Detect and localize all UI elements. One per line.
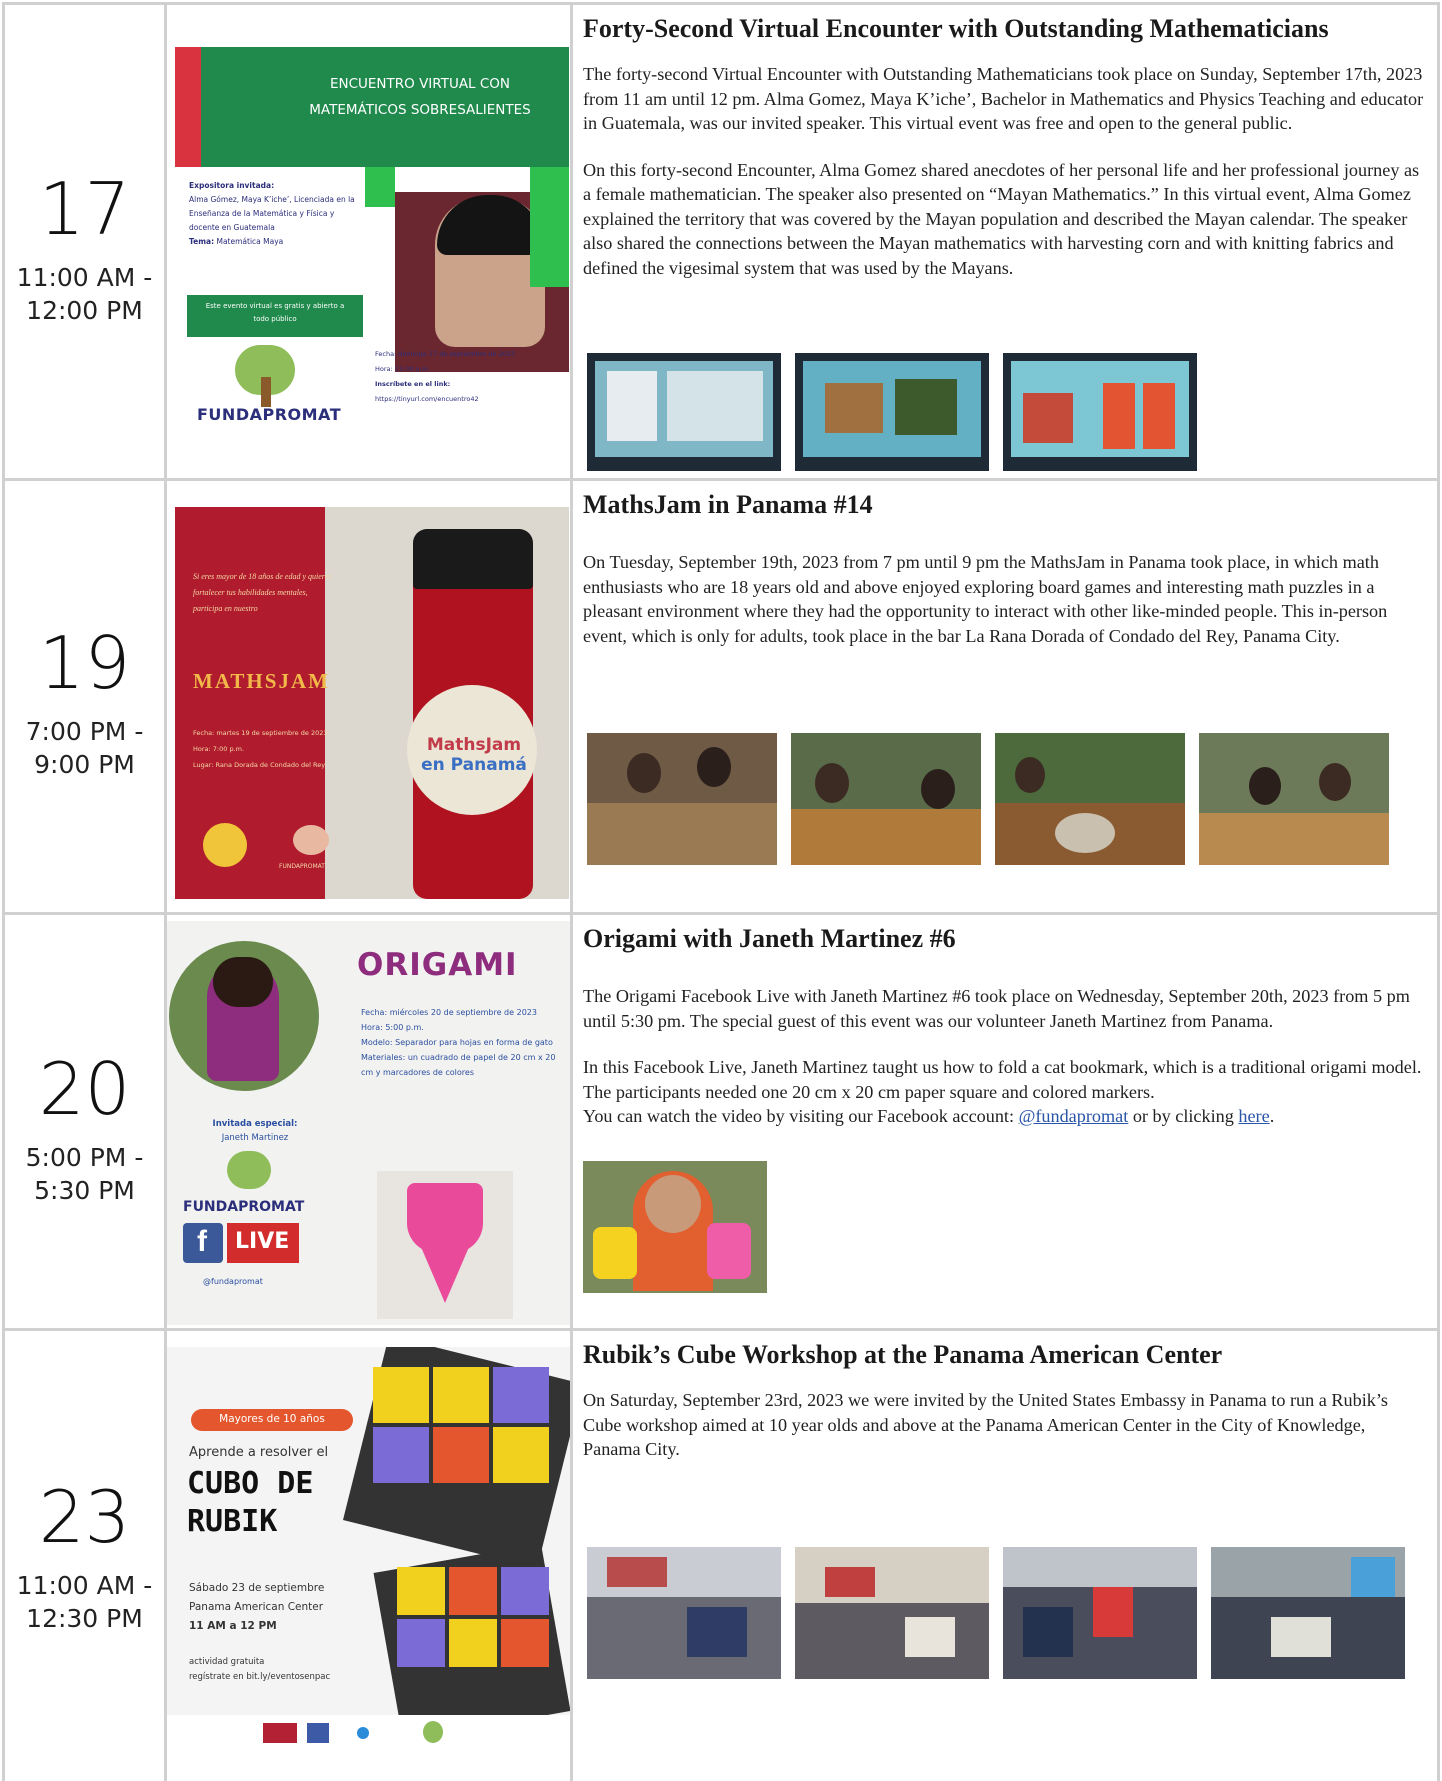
event-date-cell: 20 5:00 PM - 5:30 PM bbox=[5, 915, 167, 1328]
event-photo-strip bbox=[587, 353, 1211, 471]
event-photo-strip bbox=[587, 1547, 1419, 1679]
events-table: 17 11:00 AM - 12:00 PM ENCUENTRO VIRTUAL… bbox=[2, 2, 1440, 1781]
event-title: Forty-Second Virtual Encounter with Outs… bbox=[583, 14, 1329, 43]
event-day: 20 bbox=[38, 1047, 131, 1131]
event-time: 7:00 PM - 9:00 PM bbox=[25, 717, 144, 779]
event-paragraph: The forty-second Virtual Encounter with … bbox=[583, 64, 1424, 134]
event-link-line: You can watch the video by visiting our … bbox=[583, 1106, 1275, 1127]
event-flyer-cell: ORIGAMI Fecha: miércoles 20 de septiembr… bbox=[167, 915, 573, 1328]
event-title: Rubik’s Cube Workshop at the Panama Amer… bbox=[583, 1340, 1223, 1369]
event-photo bbox=[587, 733, 777, 865]
event-text-cell: MathsJam in Panama #14 On Tuesday, Septe… bbox=[573, 481, 1437, 912]
event-text-cell: Rubik’s Cube Workshop at the Panama Amer… bbox=[573, 1331, 1437, 1781]
event-photo bbox=[1211, 1547, 1405, 1679]
event-paragraph: In this Facebook Live, Janeth Martinez t… bbox=[583, 1057, 1422, 1102]
event-photo bbox=[1003, 353, 1197, 471]
event-date-cell: 23 11:00 AM - 12:30 PM bbox=[5, 1331, 167, 1781]
event-photo bbox=[1199, 733, 1389, 865]
event-photo bbox=[587, 353, 781, 471]
event-flyer-cell: Mayores de 10 años Aprende a resolver el… bbox=[167, 1331, 573, 1781]
event-flyer-image: Mayores de 10 años Aprende a resolver el… bbox=[167, 1347, 570, 1747]
event-photo bbox=[791, 733, 981, 865]
event-row: 20 5:00 PM - 5:30 PM ORIGAMI Fecha: miér… bbox=[5, 912, 1437, 1328]
event-time: 11:00 AM - 12:00 PM bbox=[16, 263, 153, 325]
event-row: 17 11:00 AM - 12:00 PM ENCUENTRO VIRTUAL… bbox=[5, 2, 1437, 478]
event-photo bbox=[583, 1161, 767, 1293]
facebook-account-link[interactable]: @fundapromat bbox=[1019, 1106, 1129, 1126]
event-flyer-image: ORIGAMI Fecha: miércoles 20 de septiembr… bbox=[167, 921, 570, 1325]
event-flyer-cell: ENCUENTRO VIRTUAL CON MATEMÁTICOS SOBRES… bbox=[167, 5, 573, 478]
event-flyer-image: ENCUENTRO VIRTUAL CON MATEMÁTICOS SOBRES… bbox=[175, 47, 569, 437]
event-photo bbox=[795, 1547, 989, 1679]
event-day: 23 bbox=[38, 1475, 131, 1559]
event-paragraph: On Tuesday, September 19th, 2023 from 7 … bbox=[583, 552, 1388, 646]
event-paragraph: On Saturday, September 23rd, 2023 we wer… bbox=[583, 1390, 1388, 1460]
event-text-cell: Forty-Second Virtual Encounter with Outs… bbox=[573, 5, 1437, 478]
event-time: 5:00 PM - 5:30 PM bbox=[25, 1143, 144, 1205]
event-text-cell: Origami with Janeth Martinez #6 The Orig… bbox=[573, 915, 1437, 1328]
event-photo-strip bbox=[587, 733, 1403, 865]
event-time: 11:00 AM - 12:30 PM bbox=[16, 1571, 153, 1633]
event-day: 17 bbox=[38, 167, 131, 251]
event-paragraph: On this forty-second Encounter, Alma Gom… bbox=[583, 159, 1420, 278]
event-photo bbox=[995, 733, 1185, 865]
event-photo-strip bbox=[583, 1161, 781, 1293]
event-title: MathsJam in Panama #14 bbox=[583, 490, 873, 519]
event-flyer-cell: MathsJam en Panamá Si eres mayor de 18 a… bbox=[167, 481, 573, 912]
event-row: 19 7:00 PM - 9:00 PM MathsJam en Panamá … bbox=[5, 478, 1437, 912]
event-flyer-image: MathsJam en Panamá Si eres mayor de 18 a… bbox=[175, 507, 569, 899]
event-title: Origami with Janeth Martinez #6 bbox=[583, 924, 956, 953]
event-paragraph: The Origami Facebook Live with Janeth Ma… bbox=[583, 986, 1410, 1031]
event-row: 23 11:00 AM - 12:30 PM Mayores de 10 año… bbox=[5, 1328, 1437, 1781]
video-here-link[interactable]: here bbox=[1238, 1106, 1269, 1126]
event-date-cell: 19 7:00 PM - 9:00 PM bbox=[5, 481, 167, 912]
event-photo bbox=[1003, 1547, 1197, 1679]
event-day: 19 bbox=[38, 621, 131, 705]
event-date-cell: 17 11:00 AM - 12:00 PM bbox=[5, 5, 167, 478]
event-photo bbox=[587, 1547, 781, 1679]
event-photo bbox=[795, 353, 989, 471]
